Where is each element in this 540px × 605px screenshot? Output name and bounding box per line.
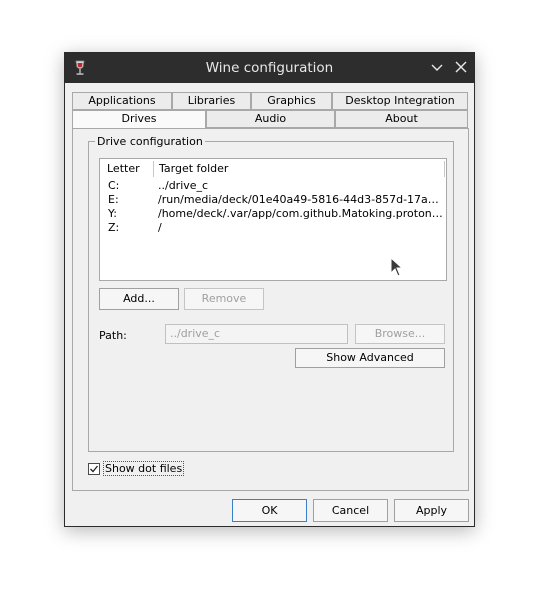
show-advanced-button[interactable]: Show Advanced (295, 348, 445, 368)
tab-graphics[interactable]: Graphics (251, 92, 332, 110)
close-icon[interactable] (454, 60, 468, 74)
column-header-target-folder[interactable]: Target folder (159, 162, 228, 175)
show-dot-files-checkbox[interactable] (88, 463, 100, 475)
drive-letter: C: (108, 179, 120, 192)
column-header-letter[interactable]: Letter (107, 162, 140, 175)
drive-letter: Y: (108, 207, 117, 220)
list-item[interactable]: Y: /home/deck/.var/app/com.github.Matoki… (100, 207, 446, 221)
column-divider[interactable] (444, 161, 445, 177)
tab-audio[interactable]: Audio (206, 110, 335, 128)
drive-target: / (158, 221, 162, 234)
list-item[interactable]: Z: / (100, 221, 446, 235)
ok-button[interactable]: OK (232, 499, 307, 522)
tab-about[interactable]: About (335, 110, 468, 128)
checkmark-icon (90, 465, 99, 473)
show-dot-files-label[interactable]: Show dot files (102, 461, 185, 476)
window-title: Wine configuration (205, 60, 334, 76)
drive-target: ../drive_c (158, 179, 209, 192)
remove-drive-button[interactable]: Remove (184, 288, 264, 310)
drive-target: /home/deck/.var/app/com.github.Matoking.… (158, 207, 444, 220)
tab-drives[interactable]: Drives (72, 110, 206, 129)
tab-libraries[interactable]: Libraries (172, 92, 251, 110)
tab-desktop-integration[interactable]: Desktop Integration (332, 92, 468, 110)
drive-letter: E: (108, 193, 119, 206)
browse-button[interactable]: Browse... (355, 324, 445, 344)
add-drive-button[interactable]: Add... (99, 288, 179, 310)
drive-configuration-group: Drive configuration Letter Target folder… (88, 135, 454, 452)
path-input[interactable]: ../drive_c (165, 324, 348, 344)
list-header: Letter Target folder (100, 159, 446, 177)
tab-applications[interactable]: Applications (72, 92, 172, 110)
path-label: Path: (99, 329, 127, 342)
drives-panel: Drive configuration Letter Target folder… (72, 128, 469, 491)
drive-letter: Z: (108, 221, 120, 234)
mouse-pointer-icon (390, 257, 404, 277)
column-divider[interactable] (153, 161, 154, 177)
chevron-down-icon[interactable] (430, 60, 444, 74)
apply-button[interactable]: Apply (394, 499, 469, 522)
drive-target: /run/media/deck/01e40a49-5816-44d3-857d-… (158, 193, 444, 206)
wine-config-window: Wine configuration Applications Librarie… (64, 52, 475, 527)
group-title: Drive configuration (95, 135, 205, 148)
cancel-button[interactable]: Cancel (313, 499, 388, 522)
list-item[interactable]: E: /run/media/deck/01e40a49-5816-44d3-85… (100, 193, 446, 207)
title-bar[interactable]: Wine configuration (65, 53, 474, 83)
list-item[interactable]: C: ../drive_c (100, 179, 446, 193)
